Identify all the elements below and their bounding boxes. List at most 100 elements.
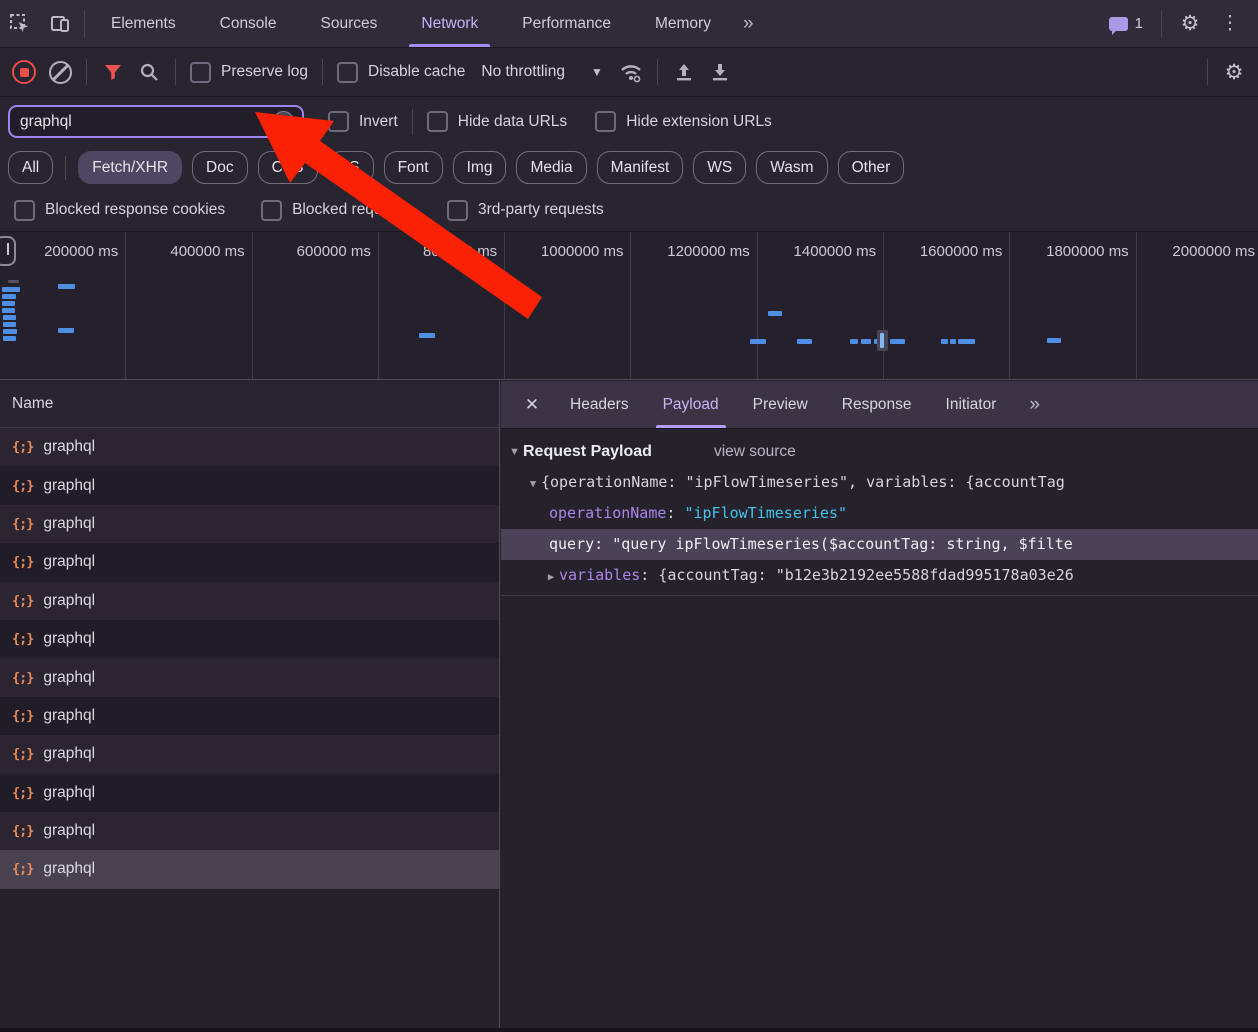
filter-chip-css[interactable]: CSS (257, 151, 318, 184)
waterfall-bar[interactable] (3, 336, 16, 341)
close-detail-icon[interactable]: ✕ (511, 381, 553, 428)
filter-chip-other[interactable]: Other (837, 151, 905, 184)
request-row[interactable]: {;} graphql (0, 581, 499, 620)
waterfall-bar[interactable] (890, 339, 905, 344)
tab-elements[interactable]: Elements (89, 0, 198, 47)
tab-memory[interactable]: Memory (633, 0, 733, 47)
throttling-dropdown[interactable]: No throttling ▼ (471, 63, 612, 81)
waterfall-bar[interactable] (941, 339, 948, 344)
request-row[interactable]: {;} graphql (0, 850, 499, 889)
waterfall-bar[interactable] (750, 339, 766, 344)
expand-triangle-icon[interactable]: ▼ (525, 469, 541, 500)
detail-tab-response[interactable]: Response (825, 381, 929, 428)
filter-chip-js[interactable]: JS (327, 151, 374, 184)
network-conditions-icon[interactable] (613, 54, 649, 90)
request-row[interactable]: {;} graphql (0, 773, 499, 812)
tab-performance[interactable]: Performance (500, 0, 633, 47)
network-overview-timeline[interactable]: 200000 ms 400000 ms 600000 ms 800000 ms 1000… (0, 232, 1258, 380)
waterfall-bar[interactable] (768, 311, 782, 316)
export-har-icon[interactable] (702, 54, 738, 90)
kebab-menu-icon[interactable]: ⋮ (1210, 12, 1250, 35)
request-row[interactable]: {;} graphql (0, 811, 499, 851)
request-payload-header[interactable]: ▼ Request Payload view source (501, 429, 1258, 467)
filter-chip-ws[interactable]: WS (693, 151, 747, 184)
hide-extension-urls-checkbox[interactable] (595, 111, 617, 132)
filter-chip-font[interactable]: Font (383, 151, 443, 184)
waterfall-bar[interactable] (861, 339, 871, 344)
filter-icon[interactable] (95, 54, 131, 90)
detail-tab-initiator[interactable]: Initiator (929, 381, 1014, 428)
detail-tab-payload[interactable]: Payload (646, 381, 736, 428)
tab-console[interactable]: Console (198, 0, 299, 47)
waterfall-bar[interactable] (2, 308, 15, 313)
import-har-icon[interactable] (666, 54, 702, 90)
view-source-link[interactable]: view source (714, 443, 796, 461)
request-row[interactable]: {;} graphql (0, 428, 499, 467)
filter-chip-fetch-xhr[interactable]: Fetch/XHR (78, 151, 183, 184)
waterfall-bar[interactable] (850, 339, 858, 344)
waterfall-selected-marker[interactable] (880, 333, 884, 348)
request-row[interactable]: {;} graphql (0, 466, 499, 505)
record-network-log-icon[interactable] (6, 54, 42, 90)
messages-icon[interactable] (1108, 16, 1128, 35)
expand-triangle-icon[interactable]: ▶ (543, 562, 559, 591)
preserve-log-checkbox[interactable] (190, 61, 211, 83)
waterfall-bar[interactable] (3, 322, 16, 327)
settings-gear-icon[interactable]: ⚙ (1170, 11, 1210, 36)
request-row[interactable]: {;} graphql (0, 696, 499, 736)
request-row[interactable]: {;} graphql (0, 735, 499, 774)
waterfall-bar[interactable] (58, 328, 74, 333)
network-settings-gear-icon[interactable]: ⚙ (1216, 54, 1252, 90)
waterfall-bar[interactable] (958, 339, 975, 344)
filter-chip-media[interactable]: Media (516, 151, 587, 184)
waterfall-bar[interactable] (8, 280, 19, 283)
collapse-triangle-icon[interactable]: ▼ (509, 446, 523, 458)
device-toolbar-icon[interactable] (40, 0, 80, 47)
timeline-tick-label: 1000000 ms (505, 232, 632, 379)
filter-chip-wasm[interactable]: Wasm (756, 151, 828, 184)
request-row[interactable]: {;} graphql (0, 658, 499, 697)
more-detail-tabs-icon[interactable]: » (1019, 381, 1050, 428)
waterfall-bar[interactable] (797, 339, 812, 344)
3rd-party-requests-checkbox[interactable] (446, 199, 468, 221)
request-row[interactable]: {;} graphql (0, 619, 499, 659)
invert-checkbox[interactable] (328, 111, 349, 132)
devtools-bottom-edge (0, 1028, 1258, 1032)
tab-sources[interactable]: Sources (299, 0, 400, 47)
clear-network-log-icon[interactable] (42, 54, 78, 90)
blocked-requests-checkbox[interactable] (261, 199, 283, 221)
search-icon[interactable] (131, 54, 167, 90)
waterfall-bar[interactable] (3, 329, 17, 334)
request-row[interactable]: {;} graphql (0, 504, 499, 544)
waterfall-bar[interactable] (3, 315, 16, 320)
waterfall-bar[interactable] (419, 333, 435, 338)
detail-tab-headers[interactable]: Headers (553, 381, 646, 428)
filter-chip-manifest[interactable]: Manifest (596, 151, 684, 184)
filter-chip-all[interactable]: All (8, 151, 54, 184)
detail-tab-preview[interactable]: Preview (736, 381, 825, 428)
disable-cache-checkbox[interactable] (337, 61, 359, 83)
filter-input[interactable] (18, 111, 273, 132)
inspect-element-icon[interactable] (0, 0, 40, 47)
tab-network[interactable]: Network (399, 0, 500, 47)
timeline-left-handle[interactable] (0, 236, 16, 266)
waterfall-bar[interactable] (2, 301, 15, 306)
payload-tree-row[interactable]: ▼ {operationName: "ipFlowTimeseries", var… (501, 467, 1258, 498)
name-column-header[interactable]: Name (0, 381, 499, 428)
more-panels-icon[interactable]: » (733, 0, 764, 47)
divider (1207, 59, 1208, 85)
hide-data-urls-checkbox[interactable] (426, 111, 448, 132)
payload-tree-row[interactable]: ▶ variables: {accountTag: "b12e3b2192ee55… (501, 560, 1258, 591)
clear-filter-icon[interactable]: ✕ (273, 111, 294, 132)
waterfall-bar[interactable] (2, 287, 20, 292)
filter-chip-doc[interactable]: Doc (192, 151, 248, 184)
blocked-response-cookies-checkbox[interactable] (14, 199, 35, 221)
request-row[interactable]: {;} graphql (0, 543, 499, 582)
payload-tree-row[interactable]: operationName: "ipFlowTimeseries" (501, 498, 1258, 529)
waterfall-bar[interactable] (1047, 338, 1061, 343)
filter-chip-img[interactable]: Img (452, 151, 507, 184)
payload-tree-row[interactable]: query: "query ipFlowTimeseries($accountT… (501, 529, 1258, 560)
waterfall-bar[interactable] (58, 284, 75, 289)
waterfall-bar[interactable] (950, 339, 956, 344)
waterfall-bar[interactable] (2, 294, 16, 299)
